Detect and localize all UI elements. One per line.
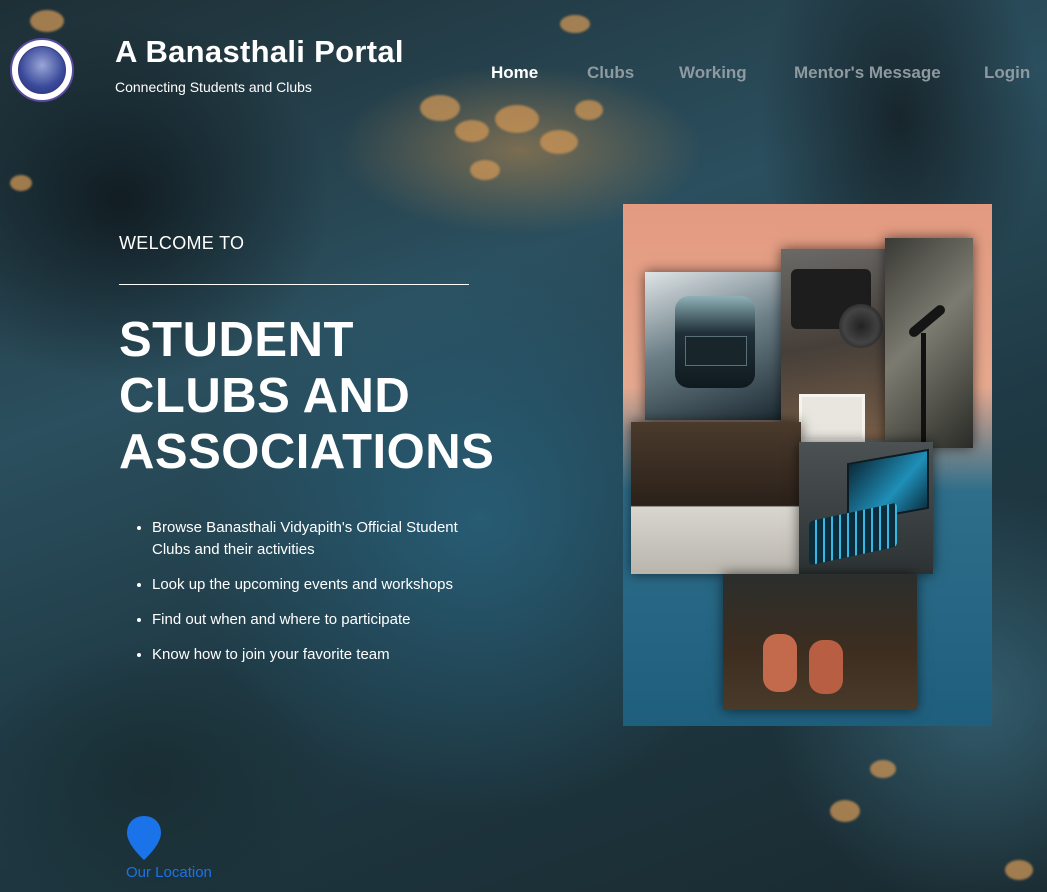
- leaf-shape: [420, 95, 460, 121]
- map-pin-icon: [127, 816, 161, 860]
- leaf-shape: [830, 800, 860, 822]
- polaroid-shape: [799, 394, 865, 442]
- nav-clubs[interactable]: Clubs: [587, 63, 634, 83]
- location-label[interactable]: Our Location: [126, 864, 212, 881]
- foot-shape: [809, 640, 843, 694]
- leaf-shape: [470, 160, 500, 180]
- leaf-shape: [1005, 860, 1033, 880]
- leaf-shape: [540, 130, 578, 154]
- leaf-shape: [495, 105, 539, 133]
- foot-shape: [763, 634, 797, 692]
- microphone-photo: [885, 238, 973, 448]
- feature-item: Browse Banasthali Vidyapith's Official S…: [152, 517, 472, 561]
- nav-mentors-message[interactable]: Mentor's Message: [794, 63, 941, 83]
- nav-login[interactable]: Login: [984, 63, 1030, 83]
- feature-item: Look up the upcoming events and workshop…: [152, 574, 472, 596]
- mic-stand-shape: [921, 333, 926, 448]
- books-photo: [631, 422, 801, 574]
- mic-head-shape: [906, 303, 948, 339]
- dancer-feet-photo: [723, 574, 917, 710]
- nav-home[interactable]: Home: [491, 63, 538, 83]
- nav-working[interactable]: Working: [679, 63, 747, 83]
- leaf-shape: [870, 760, 896, 778]
- camera-photo: [781, 249, 889, 442]
- our-location-link[interactable]: Our Location: [123, 815, 233, 885]
- hero-divider: [119, 284, 469, 285]
- ink-label-shape: [685, 336, 747, 366]
- leaf-shape: [455, 120, 489, 142]
- feature-list: Browse Banasthali Vidyapith's Official S…: [133, 517, 472, 679]
- main-nav: Home Clubs Working Mentor's Message Logi…: [0, 63, 1047, 85]
- ink-bottle-photo: [645, 272, 785, 420]
- leaf-shape: [10, 175, 32, 191]
- laptop-keyboard-shape: [809, 502, 897, 566]
- leaf-shape: [575, 100, 603, 120]
- camera-lens-shape: [839, 304, 883, 348]
- hero-collage-image: [623, 204, 992, 726]
- feature-item: Know how to join your favorite team: [152, 644, 472, 666]
- hero-heading: STUDENT CLUBS AND ASSOCIATIONS: [119, 313, 495, 479]
- leaf-shape: [560, 15, 590, 33]
- laptop-photo: [799, 442, 933, 574]
- feature-item: Find out when and where to participate: [152, 609, 472, 631]
- leaf-shape: [30, 10, 64, 32]
- hero-eyebrow: WELCOME TO: [119, 233, 245, 253]
